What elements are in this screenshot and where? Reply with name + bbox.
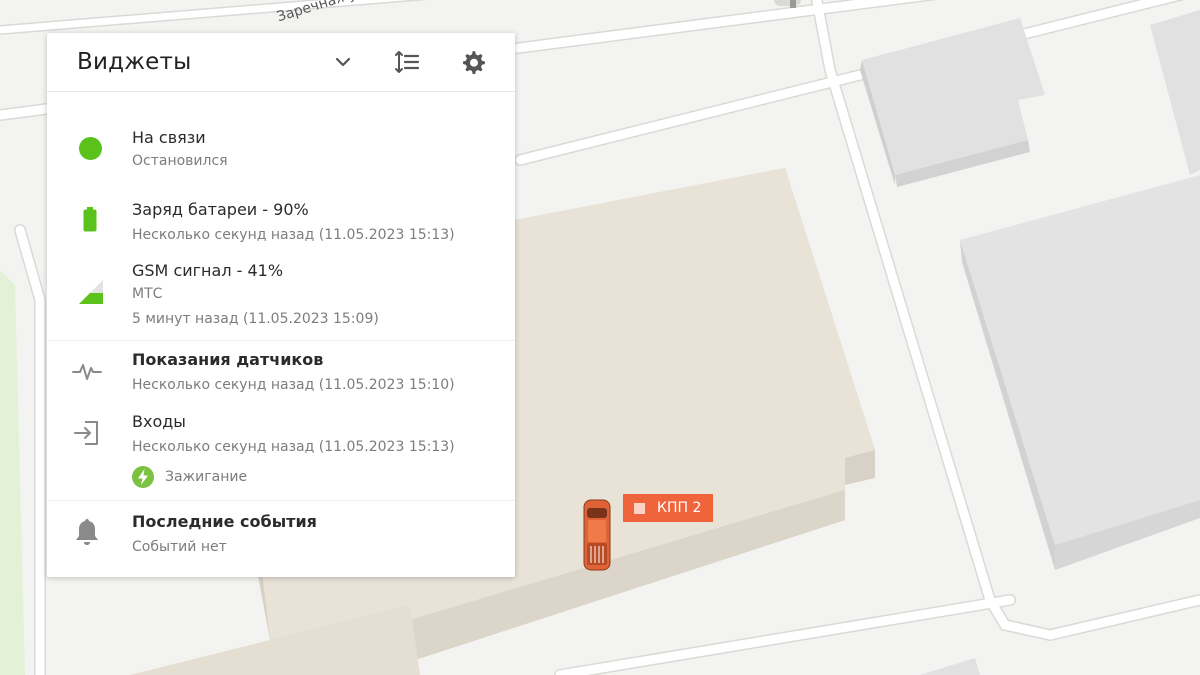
checkpoint-label: КПП 2 <box>657 500 702 516</box>
inputs-updated: Несколько секунд назад (11.05.2023 15:13… <box>132 439 455 455</box>
login-icon <box>74 421 98 445</box>
checkpoint-marker[interactable]: КПП 2 <box>623 494 713 522</box>
sensors-title[interactable]: Показания датчиков <box>132 350 323 369</box>
vehicle-marker[interactable] <box>582 498 612 572</box>
sensors-updated: Несколько секунд назад (11.05.2023 15:10… <box>132 377 455 393</box>
sort-order-icon[interactable] <box>394 49 420 75</box>
gsm-updated: 5 минут назад (11.05.2023 15:09) <box>132 311 379 327</box>
divider <box>47 340 515 341</box>
lightning-icon <box>132 466 154 488</box>
checkpoint-square-icon <box>634 503 645 514</box>
gear-icon[interactable] <box>460 49 486 75</box>
inputs-title: Входы <box>132 412 186 431</box>
gsm-operator: МТС <box>132 286 163 302</box>
battery-icon <box>83 207 97 232</box>
battery-updated: Несколько секунд назад (11.05.2023 15:13… <box>132 227 455 243</box>
bell-icon <box>76 519 98 545</box>
divider <box>47 500 515 501</box>
movement-state: Остановился <box>132 153 228 169</box>
gsm-title: GSM сигнал - 41% <box>132 261 284 280</box>
signal-icon <box>79 280 103 304</box>
chevron-down-icon[interactable] <box>330 49 356 75</box>
connection-status-icon <box>79 137 102 160</box>
widgets-title: Виджеты <box>77 49 192 75</box>
map-poi-post <box>790 0 796 8</box>
widgets-panel: Виджеты На связи Остановился Заряд батар… <box>47 33 515 577</box>
ignition-label: Зажигание <box>165 469 248 485</box>
connection-status: На связи <box>132 128 206 147</box>
battery-title: Заряд батареи - 90% <box>132 200 309 219</box>
pulse-icon <box>72 364 102 380</box>
events-title[interactable]: Последние события <box>132 512 317 531</box>
events-status: Событий нет <box>132 539 227 555</box>
widgets-header: Виджеты <box>47 33 515 92</box>
